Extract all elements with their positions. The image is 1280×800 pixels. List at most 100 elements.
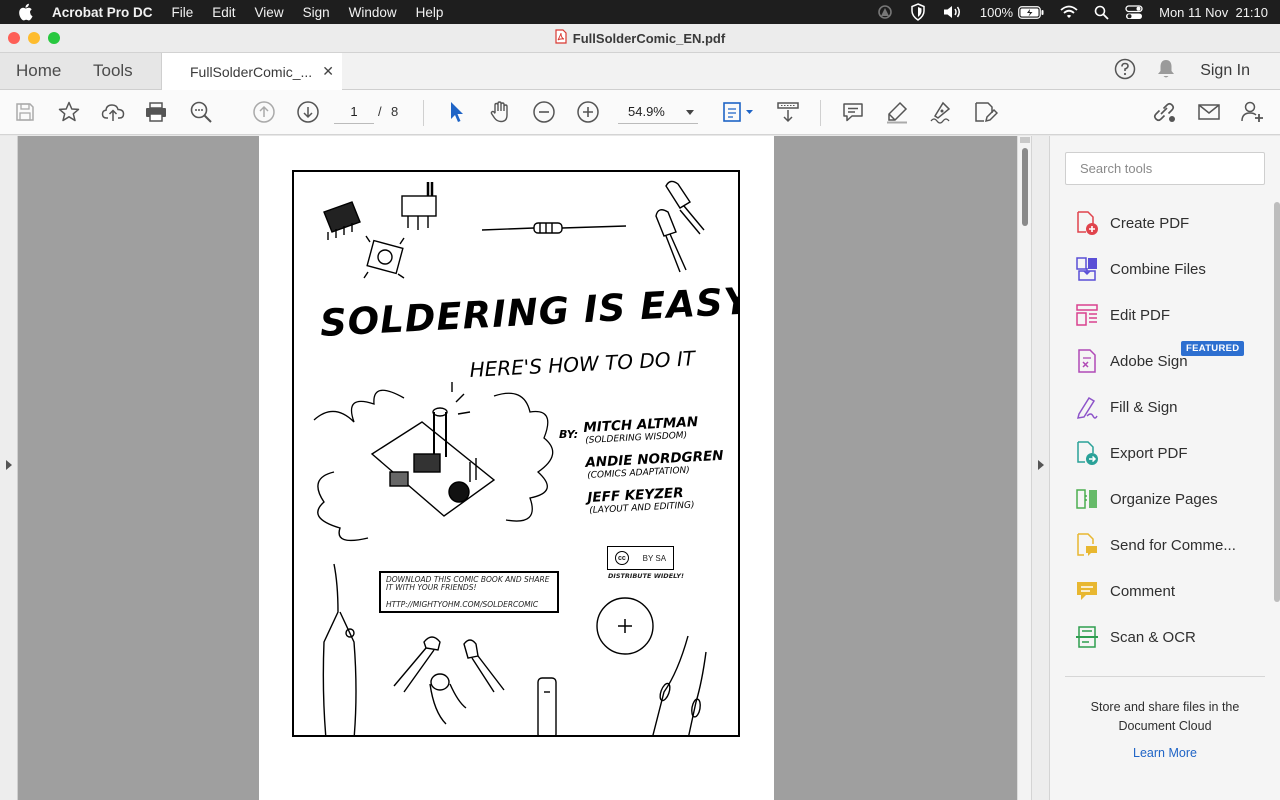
tool-create-pdf[interactable]: Create PDF [1065,200,1265,246]
scroll-up-arrow[interactable] [1020,137,1030,143]
download-url: HTTP://MIGHTYOHM.COM/SOLDERCOMIC [386,600,539,609]
next-page-icon[interactable] [295,99,321,125]
add-user-icon[interactable] [1240,99,1266,125]
email-icon[interactable] [1196,99,1222,125]
menu-bar: Acrobat Pro DC File Edit View Sign Windo… [0,0,1280,24]
share-link-icon[interactable] [1151,99,1177,125]
save-icon[interactable] [12,99,38,125]
tool-adobe-sign[interactable]: Adobe Sign FEATURED [1065,338,1265,384]
tool-combine-files[interactable]: Combine Files [1065,246,1265,292]
window-close-button[interactable] [8,32,20,44]
tool-export-pdf[interactable]: Export PDF [1065,430,1265,476]
page-separator: / [378,104,382,119]
tool-label: Fill & Sign [1110,398,1178,416]
comment-tool-icon[interactable] [840,99,866,125]
zoom-level-value: 54.9% [628,104,665,119]
tools-pane: Search tools Create PDF Combine Files Ed… [1050,136,1280,800]
highlight-pen-icon[interactable] [884,99,910,125]
left-panel-toggle[interactable] [0,136,18,800]
clock[interactable]: Mon 11 Nov 21:10 [1159,5,1268,20]
print-icon[interactable] [143,99,169,125]
learn-more-link[interactable]: Learn More [1065,746,1265,760]
upload-cloud-icon[interactable] [100,99,126,125]
spotlight-search-icon[interactable] [1094,5,1109,20]
tool-scan-ocr[interactable]: Scan & OCR [1065,614,1265,660]
cc-label: BY SA [642,553,667,563]
tool-fill-sign[interactable]: Fill & Sign [1065,384,1265,430]
zoom-out-icon[interactable] [531,99,557,125]
zoom-search-icon[interactable] [188,99,214,125]
tab-document-label: FullSolderComic_... [190,63,313,80]
tool-label: Combine Files [1110,260,1206,278]
pdf-page[interactable]: SOLDERING IS EASY HERE'S HOW TO DO IT BY… [259,136,774,800]
tool-organize-pages[interactable]: Organize Pages [1065,476,1265,522]
menu-edit[interactable]: Edit [212,5,235,20]
window-title: FullSolderComic_EN.pdf [572,30,726,46]
fill-sign-icon [1074,394,1100,420]
tool-label: Scan & OCR [1110,628,1196,646]
document-cloud-text: Store and share files in the Document Cl… [1090,700,1240,733]
window-zoom-button[interactable] [48,32,60,44]
shield-icon[interactable] [910,3,926,21]
right-panel-toggle[interactable] [1031,136,1050,800]
menubar-extra-icon[interactable] [876,4,894,20]
tool-edit-pdf[interactable]: Edit PDF [1065,292,1265,338]
window-titlebar: FullSolderComic_EN.pdf [0,24,1280,53]
vertical-scrollbar[interactable] [1017,136,1031,800]
previous-page-icon[interactable] [251,99,277,125]
page-number-input[interactable]: 1 [334,100,374,124]
create-pdf-icon [1074,210,1100,236]
menu-app-name[interactable]: Acrobat Pro DC [52,5,153,20]
menu-view[interactable]: View [255,5,284,20]
document-viewer[interactable]: SOLDERING IS EASY HERE'S HOW TO DO IT BY… [0,136,1035,800]
notifications-bell-icon[interactable] [1156,58,1176,85]
menu-window[interactable]: Window [349,5,397,20]
tool-send-for-comment[interactable]: Send for Comme... [1065,522,1265,568]
window-minimize-button[interactable] [28,32,40,44]
creative-commons-badge: cc BY SA [607,546,674,570]
apple-menu-icon[interactable] [17,3,35,21]
distribute-label: DISTRIBUTE WIDELY! [608,572,684,580]
zoom-level-select[interactable]: 54.9% [618,100,698,124]
volume-icon[interactable] [942,4,964,20]
tool-label: Edit PDF [1110,306,1171,324]
scrolling-mode-icon[interactable] [775,99,801,125]
adobe-sign-icon [1074,348,1100,374]
tab-bar: Home Tools FullSolderComic_... ✕ Sign In [0,53,1280,90]
sign-in-button[interactable]: Sign In [1200,62,1250,80]
tool-label: Organize Pages [1110,490,1218,508]
battery-percent: 100% [979,4,1014,20]
battery-icon[interactable] [1018,5,1044,19]
tab-home[interactable]: Home [0,53,80,89]
menu-sign[interactable]: Sign [303,5,330,20]
search-tools-input[interactable]: Search tools [1065,152,1265,185]
bookmark-star-icon[interactable] [56,99,82,125]
tab-document[interactable]: FullSolderComic_... ✕ [162,53,342,90]
tab-tools[interactable]: Tools [80,53,162,89]
featured-badge: FEATURED [1181,341,1245,356]
scrollbar-thumb[interactable] [1022,148,1028,226]
help-icon[interactable] [1114,58,1136,85]
fit-page-icon[interactable] [722,99,756,125]
select-cursor-icon[interactable] [443,99,469,125]
control-center-icon[interactable] [1125,4,1143,20]
zoom-in-icon[interactable] [575,99,601,125]
hand-tool-icon[interactable] [487,99,513,125]
comment-icon [1074,578,1100,604]
menu-help[interactable]: Help [416,5,444,20]
edit-form-icon[interactable] [972,99,998,125]
tools-list: Create PDF Combine Files Edit PDF Adobe … [1065,200,1265,676]
tool-comment[interactable]: Comment [1065,568,1265,614]
export-pdf-icon [1074,440,1100,466]
tool-label: Export PDF [1110,444,1188,462]
tool-label: Adobe Sign [1110,352,1188,370]
tab-close-icon[interactable]: ✕ [322,63,334,80]
comic-cover: SOLDERING IS EASY HERE'S HOW TO DO IT BY… [292,170,740,737]
tools-pane-scrollbar[interactable] [1274,202,1280,602]
toolbar-divider [820,100,821,126]
combine-files-icon [1074,256,1100,282]
download-callout: DOWNLOAD THIS COMIC BOOK AND SHARE IT WI… [379,571,559,613]
sign-pen-icon[interactable] [928,99,954,125]
menu-file[interactable]: File [172,5,194,20]
wifi-icon[interactable] [1060,5,1078,19]
